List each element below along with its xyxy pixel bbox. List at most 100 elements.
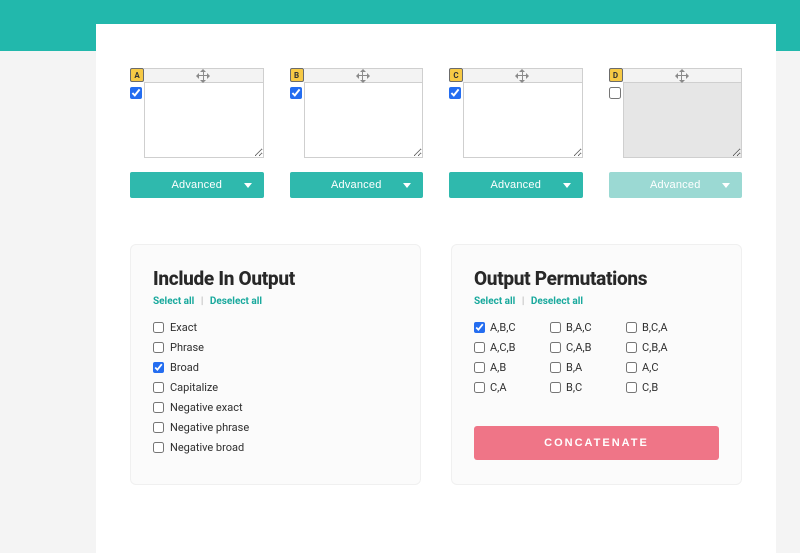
chevron-down-icon <box>244 183 252 188</box>
column-enable-checkbox[interactable] <box>130 87 142 99</box>
perm-option-label: B,C <box>566 381 582 394</box>
drag-handle[interactable] <box>304 68 424 82</box>
perm-option-label: B,A <box>566 361 582 374</box>
move-icon <box>358 71 368 81</box>
perm-option[interactable]: B,C <box>550 381 610 394</box>
include-option[interactable]: Phrase <box>153 341 398 354</box>
perm-option-checkbox[interactable] <box>474 382 485 393</box>
perm-option[interactable]: A,B,C <box>474 321 534 334</box>
include-option[interactable]: Negative phrase <box>153 421 398 434</box>
perm-grid: A,B,C B,A,C B,C,A A,C,B C,A,B C,B,A A,B B,A A,C C… <box>474 321 719 394</box>
perm-option-checkbox[interactable] <box>626 382 637 393</box>
include-option-checkbox[interactable] <box>153 362 164 373</box>
perm-option-checkbox[interactable] <box>550 342 561 353</box>
perm-option[interactable]: B,A <box>550 361 610 374</box>
column-enable-checkbox[interactable] <box>449 87 461 99</box>
perm-option-label: A,B <box>490 361 506 374</box>
perm-option-checkbox[interactable] <box>474 362 485 373</box>
advanced-dropdown[interactable]: Advanced <box>130 172 264 198</box>
include-option-label: Capitalize <box>170 381 218 394</box>
perm-option[interactable]: C,B,A <box>626 341 686 354</box>
perm-option[interactable]: A,B <box>474 361 534 374</box>
column-header: B <box>290 68 424 82</box>
advanced-dropdown[interactable]: Advanced <box>449 172 583 198</box>
drag-handle[interactable] <box>144 68 264 82</box>
input-column-d: D Advanced <box>609 68 743 198</box>
include-option-label: Negative exact <box>170 401 243 414</box>
panels-row: Include In Output Select all | Deselect … <box>130 244 742 485</box>
perm-option-label: A,C,B <box>490 341 516 354</box>
include-option-checkbox[interactable] <box>153 442 164 453</box>
permutations-title: Output Permutations <box>474 267 719 290</box>
column-header: A <box>130 68 264 82</box>
perm-option-checkbox[interactable] <box>474 342 485 353</box>
concatenate-button[interactable]: CONCATENATE <box>474 426 719 460</box>
perm-option[interactable]: A,C,B <box>474 341 534 354</box>
advanced-dropdown[interactable]: Advanced <box>290 172 424 198</box>
include-output-panel: Include In Output Select all | Deselect … <box>130 244 421 485</box>
perm-option-checkbox[interactable] <box>626 322 637 333</box>
include-option-label: Exact <box>170 321 197 334</box>
perm-option[interactable]: A,C <box>626 361 686 374</box>
include-option-checkbox[interactable] <box>153 402 164 413</box>
column-textarea[interactable] <box>623 82 743 158</box>
perm-option-label: C,B <box>642 381 658 394</box>
chevron-down-icon <box>403 183 411 188</box>
column-textarea[interactable] <box>304 82 424 158</box>
include-deselect-all-link[interactable]: Deselect all <box>210 296 262 307</box>
column-badge: B <box>290 68 304 82</box>
perm-option[interactable]: B,C,A <box>626 321 686 334</box>
column-textarea[interactable] <box>463 82 583 158</box>
perm-row: A,C,B C,A,B C,B,A <box>474 341 719 354</box>
drag-handle[interactable] <box>463 68 583 82</box>
perm-option[interactable]: C,B <box>626 381 686 394</box>
column-enable-checkbox[interactable] <box>290 87 302 99</box>
perm-select-links: Select all | Deselect all <box>474 296 719 307</box>
include-option-checkbox[interactable] <box>153 342 164 353</box>
perm-option-label: C,A,B <box>566 341 592 354</box>
drag-handle[interactable] <box>623 68 743 82</box>
advanced-label: Advanced <box>331 179 382 191</box>
perm-option-label: B,C,A <box>642 321 668 334</box>
include-option-checkbox[interactable] <box>153 382 164 393</box>
include-option[interactable]: Negative exact <box>153 401 398 414</box>
advanced-label: Advanced <box>490 179 541 191</box>
include-option-checkbox[interactable] <box>153 322 164 333</box>
include-option-label: Phrase <box>170 341 204 354</box>
column-header: D <box>609 68 743 82</box>
perm-row: A,B B,A A,C <box>474 361 719 374</box>
advanced-label: Advanced <box>171 179 222 191</box>
perm-row: A,B,C B,A,C B,C,A <box>474 321 719 334</box>
perm-option[interactable]: B,A,C <box>550 321 610 334</box>
advanced-dropdown[interactable]: Advanced <box>609 172 743 198</box>
input-column-a: A Advanced <box>130 68 264 198</box>
perm-option-label: C,B,A <box>642 341 668 354</box>
include-option[interactable]: Negative broad <box>153 441 398 454</box>
perm-row: C,A B,C C,B <box>474 381 719 394</box>
input-column-b: B Advanced <box>290 68 424 198</box>
include-option[interactable]: Broad <box>153 361 398 374</box>
separator: | <box>522 296 525 307</box>
include-option-label: Broad <box>170 361 199 374</box>
perm-option[interactable]: C,A,B <box>550 341 610 354</box>
perm-option-checkbox[interactable] <box>626 342 637 353</box>
perm-option-checkbox[interactable] <box>474 322 485 333</box>
perm-option-checkbox[interactable] <box>550 362 561 373</box>
perm-deselect-all-link[interactable]: Deselect all <box>531 296 583 307</box>
advanced-label: Advanced <box>650 179 701 191</box>
perm-select-all-link[interactable]: Select all <box>474 296 515 307</box>
column-textarea[interactable] <box>144 82 264 158</box>
move-icon <box>198 71 208 81</box>
perm-option-checkbox[interactable] <box>550 382 561 393</box>
perm-option-checkbox[interactable] <box>626 362 637 373</box>
column-enable-checkbox[interactable] <box>609 87 621 99</box>
column-header: C <box>449 68 583 82</box>
column-badge: C <box>449 68 463 82</box>
include-option[interactable]: Capitalize <box>153 381 398 394</box>
include-option-checkbox[interactable] <box>153 422 164 433</box>
include-select-all-link[interactable]: Select all <box>153 296 194 307</box>
perm-option-label: A,C <box>642 361 659 374</box>
perm-option[interactable]: C,A <box>474 381 534 394</box>
include-option[interactable]: Exact <box>153 321 398 334</box>
perm-option-checkbox[interactable] <box>550 322 561 333</box>
